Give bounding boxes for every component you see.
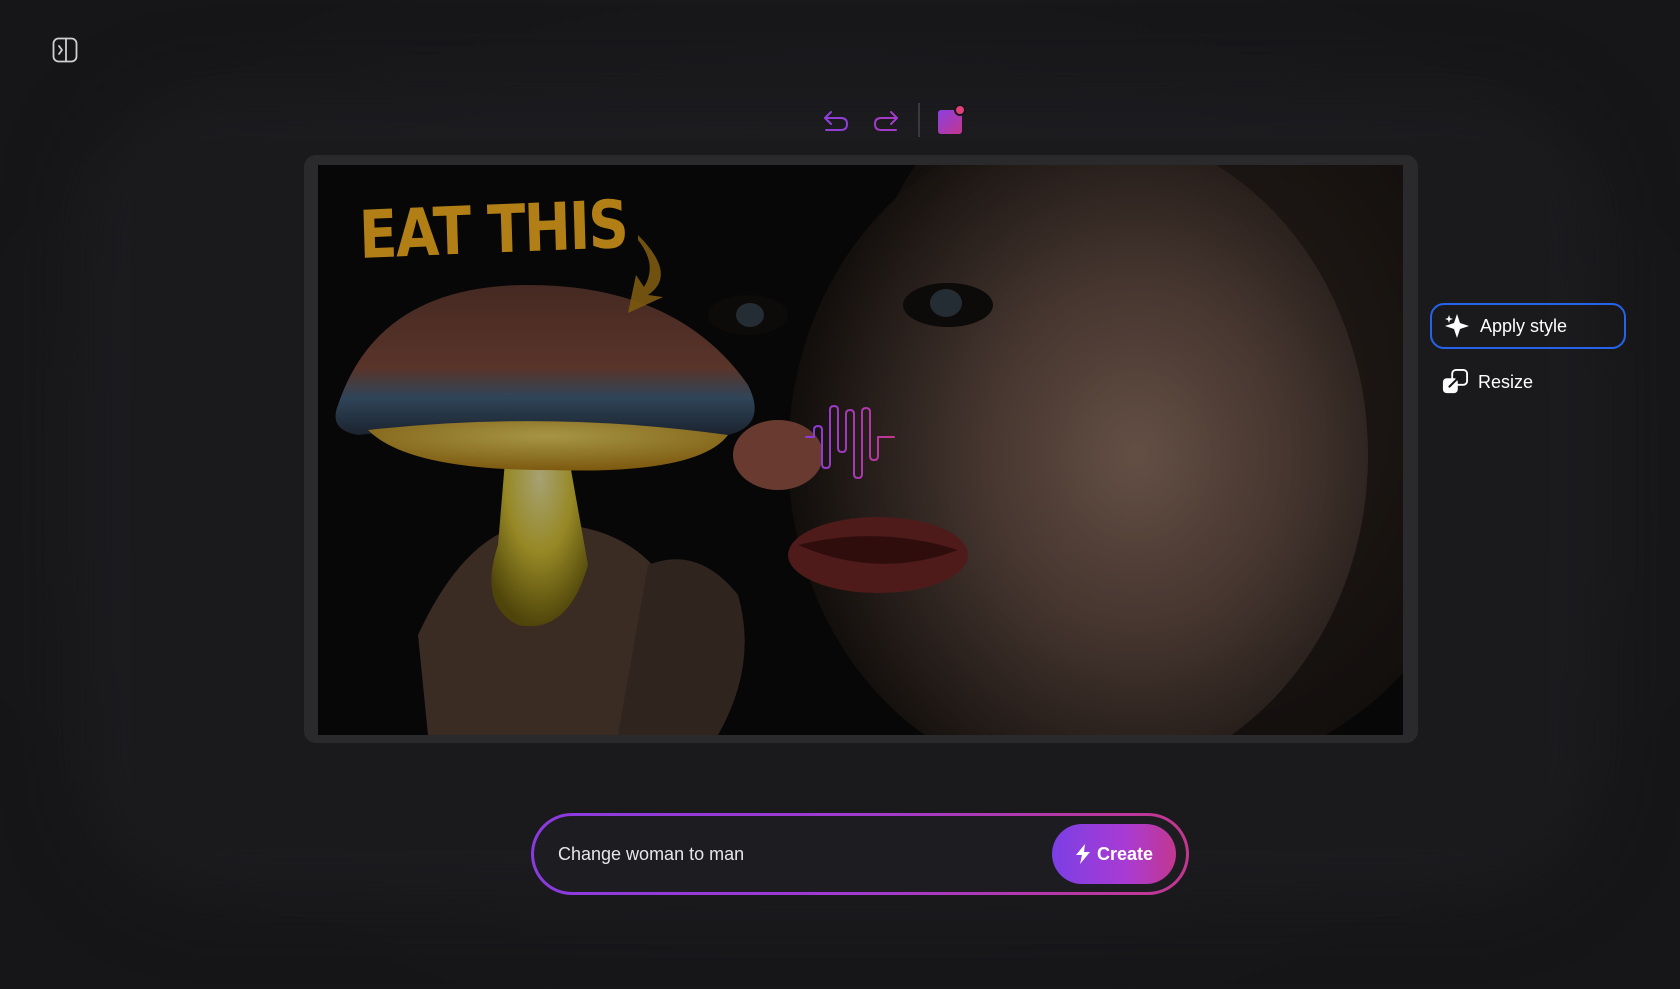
prompt-bar: Create (531, 813, 1189, 895)
side-actions: Apply style Resize (1430, 303, 1626, 415)
undo-icon (824, 111, 849, 131)
apply-style-label: Apply style (1480, 315, 1568, 336)
sidebar-toggle-icon[interactable] (52, 37, 78, 63)
canvas-headline: EAT THIS (358, 185, 629, 274)
create-button[interactable]: Create (1052, 824, 1176, 884)
undo-button[interactable] (818, 102, 854, 138)
redo-icon (873, 111, 898, 131)
resize-icon (1442, 369, 1468, 395)
redo-button[interactable] (868, 102, 904, 138)
resize-button[interactable]: Resize (1430, 359, 1626, 405)
layers-button[interactable] (932, 102, 968, 138)
canvas-image[interactable]: EAT THIS (318, 165, 1403, 735)
resize-label: Resize (1478, 371, 1534, 392)
create-label: Create (1096, 843, 1154, 864)
canvas-layers-icon (938, 104, 966, 134)
sparkle-icon (1444, 313, 1470, 339)
prompt-input[interactable] (556, 842, 1052, 866)
toolbar-divider (918, 103, 920, 137)
apply-style-button[interactable]: Apply style (1430, 303, 1626, 349)
editor-toolbar (818, 100, 968, 140)
waveform-icon (804, 392, 904, 482)
lightning-icon (1075, 844, 1091, 864)
prompt-inner: Create (534, 816, 1186, 892)
app-root: EAT THIS Apply style Resize Change woman… (0, 0, 1680, 989)
